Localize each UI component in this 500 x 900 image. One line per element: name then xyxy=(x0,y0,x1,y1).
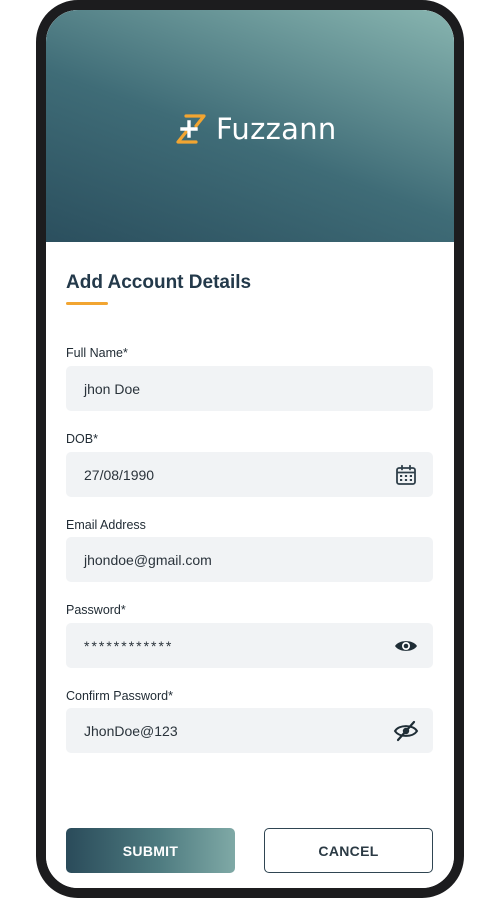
cancel-button[interactable]: CANCEL xyxy=(264,828,433,873)
password-label: Password* xyxy=(66,603,126,617)
password-value: ************ xyxy=(84,637,174,654)
full-name-label: Full Name* xyxy=(66,346,128,360)
confirm-password-value: JhonDoe@123 xyxy=(84,722,178,739)
email-label: Email Address xyxy=(66,518,146,532)
header-banner: Fuzzann xyxy=(46,10,454,242)
email-value: jhondoe@gmail.com xyxy=(84,551,212,568)
brand-name: Fuzzann xyxy=(216,112,337,146)
dob-field[interactable]: 27/08/1990 xyxy=(66,452,433,497)
brand: Fuzzann xyxy=(174,112,337,146)
full-name-value: jhon Doe xyxy=(84,380,141,397)
phone-frame: Fuzzann Add Account Details Full Name* j… xyxy=(36,0,464,898)
confirm-password-label: Confirm Password* xyxy=(66,689,173,703)
title-underline xyxy=(66,302,108,305)
form-title: Add Account Details xyxy=(66,272,252,293)
eye-icon[interactable] xyxy=(393,633,419,659)
confirm-password-field[interactable]: JhonDoe@123 xyxy=(66,708,433,753)
app-screen: Fuzzann Add Account Details Full Name* j… xyxy=(46,10,454,888)
dob-value: 27/08/1990 xyxy=(84,466,155,483)
brand-logo-icon xyxy=(176,114,206,144)
email-field[interactable]: jhondoe@gmail.com xyxy=(66,537,433,582)
submit-button[interactable]: SUBMIT xyxy=(66,828,235,873)
password-field[interactable]: ************ xyxy=(66,623,433,668)
dob-label: DOB* xyxy=(66,432,98,446)
full-name-field[interactable]: jhon Doe xyxy=(66,366,433,411)
eye-off-icon[interactable] xyxy=(393,718,419,744)
calendar-icon[interactable] xyxy=(393,462,419,488)
